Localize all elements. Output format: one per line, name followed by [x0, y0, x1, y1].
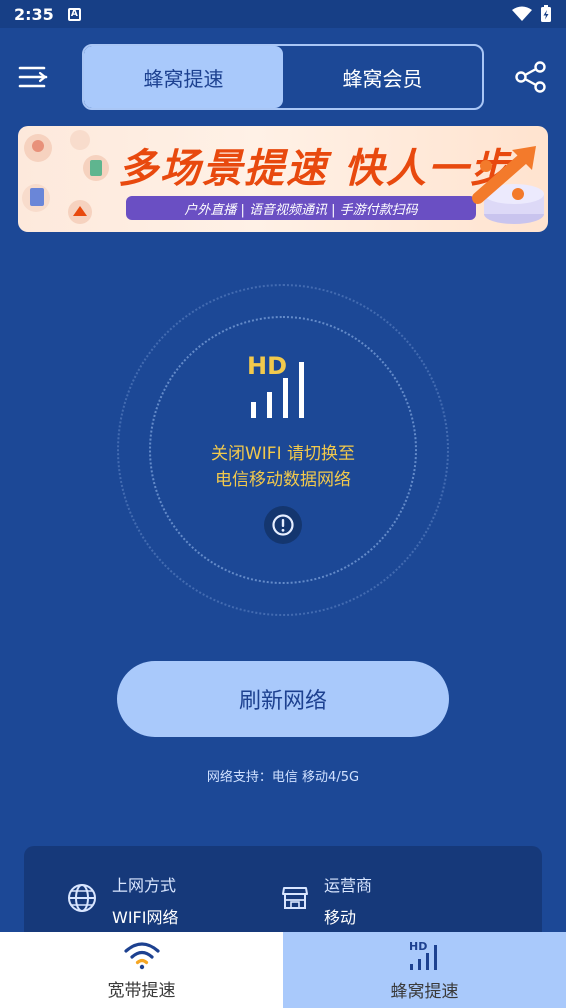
bottom-navigation: 宽带提速 HD 蜂窝提速	[0, 932, 566, 1008]
svg-text:HD: HD	[409, 940, 427, 953]
status-time: 2:35	[14, 4, 54, 24]
speed-boost-illustration	[472, 146, 544, 224]
promo-banner[interactable]: 多场景提速 快人一步 户外直播 | 语音视频通讯 | 手游付款扫码	[18, 126, 548, 232]
switch-network-message-line1: 关闭WIFI 请切换至	[210, 444, 356, 464]
carrier-label: 运营商	[324, 876, 373, 895]
wifi-icon	[123, 941, 160, 969]
hd-signal-icon: HD	[409, 940, 437, 970]
banner-headline: 多场景提速 快人一步	[118, 146, 512, 192]
nav-broadband-boost[interactable]: 宽带提速	[0, 932, 283, 1008]
share-icon	[515, 61, 546, 93]
network-support-text: 网络支持：电信 移动4/5G	[206, 770, 360, 785]
tab-cellular-member[interactable]: 蜂窝会员	[283, 46, 482, 108]
network-info-card: 上网方式 WIFI网络 运营商 移动	[24, 846, 542, 946]
store-icon	[282, 887, 308, 909]
nav-cellular-boost-label: 蜂窝提速	[390, 981, 459, 1002]
switch-network-message-line2: 电信移动数据网络	[215, 470, 351, 490]
share-button[interactable]	[514, 60, 548, 94]
globe-icon	[68, 884, 96, 912]
wifi-status-icon	[512, 6, 532, 21]
scene-icons-illustration	[22, 130, 109, 224]
top-bar: 蜂窝提速 蜂窝会员	[0, 44, 566, 110]
tab-cellular-boost[interactable]: 蜂窝提速	[84, 46, 283, 108]
refresh-network-button[interactable]: 刷新网络	[117, 661, 449, 737]
banner-subline: 户外直播 | 语音视频通讯 | 手游付款扫码	[126, 196, 476, 220]
status-bar: 2:35 A	[0, 0, 566, 28]
carrier-value: 移动	[324, 908, 357, 927]
battery-charging-icon	[541, 5, 551, 22]
notification-a-icon: A	[67, 7, 81, 21]
carrier-item: 运营商 移动	[280, 872, 372, 928]
hd-label: HD	[247, 352, 288, 380]
info-button[interactable]	[264, 506, 302, 544]
info-icon	[272, 514, 294, 536]
access-mode-value: WIFI网络	[112, 908, 179, 927]
nav-broadband-boost-label: 宽带提速	[107, 980, 176, 1001]
access-mode-label: 上网方式	[112, 876, 177, 895]
menu-button[interactable]	[18, 62, 48, 92]
nav-cellular-boost[interactable]: HD 蜂窝提速	[283, 932, 566, 1008]
menu-icon	[18, 66, 48, 88]
access-mode-item: 上网方式 WIFI网络	[66, 872, 178, 928]
mode-tab-switch: 蜂窝提速 蜂窝会员	[82, 44, 484, 110]
network-status-panel: HD 关闭WIFI 请切换至 电信移动数据网络	[117, 284, 449, 616]
